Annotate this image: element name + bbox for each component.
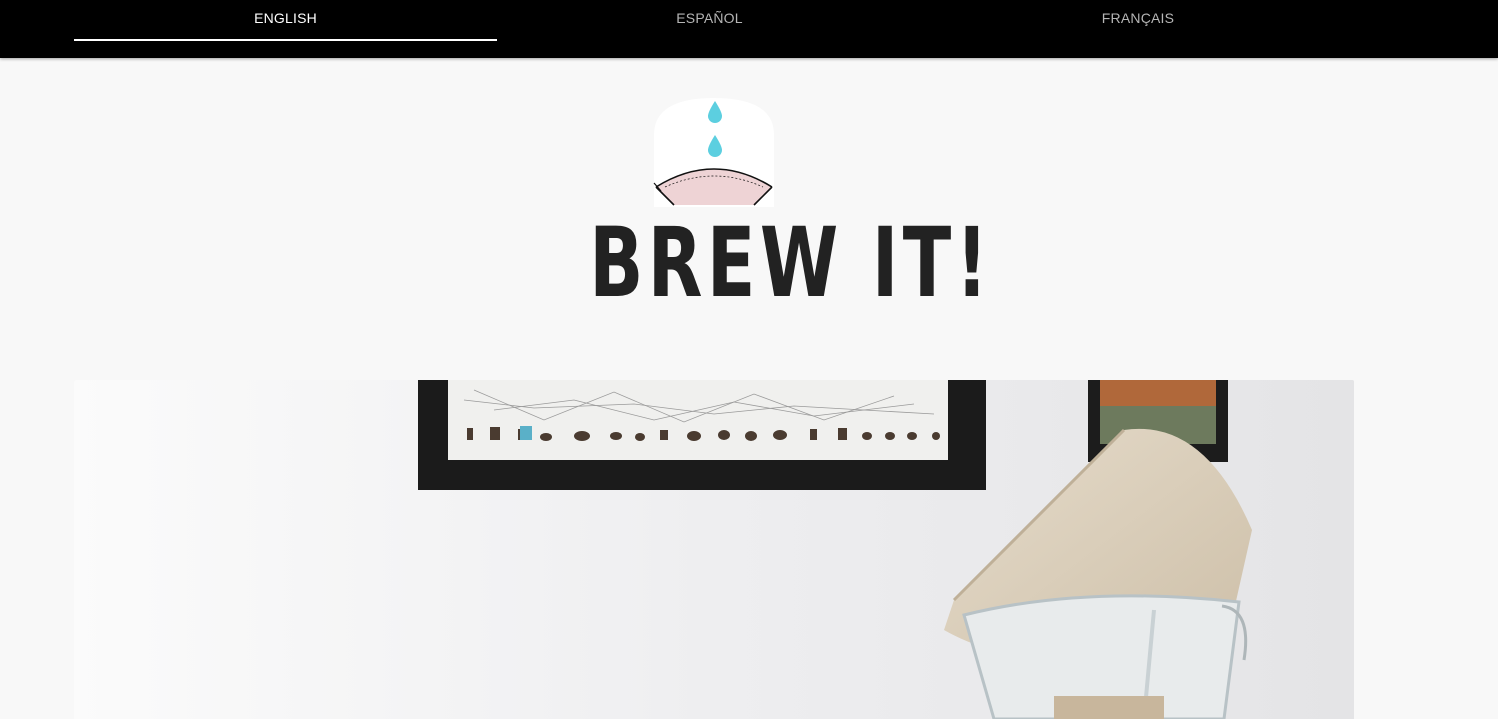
brand-name: BREW IT! (589, 207, 993, 319)
tab-espanol[interactable]: ESPAÑOL (497, 0, 922, 42)
language-tab-bar: ENGLISH ESPAÑOL FRANÇAIS (0, 0, 1498, 58)
tab-francais[interactable]: FRANÇAIS (922, 0, 1354, 42)
pour-over-filter-icon (653, 98, 774, 207)
brand-logo: BREW IT! (545, 95, 993, 319)
active-tab-indicator (74, 39, 497, 41)
tab-english-label: ENGLISH (254, 10, 317, 26)
tab-espanol-label: ESPAÑOL (676, 10, 743, 26)
tab-english[interactable]: ENGLISH (74, 0, 497, 42)
coffee-pour-over-photo (74, 380, 1354, 719)
hero-image (74, 380, 1354, 719)
tab-francais-label: FRANÇAIS (1101, 10, 1175, 26)
